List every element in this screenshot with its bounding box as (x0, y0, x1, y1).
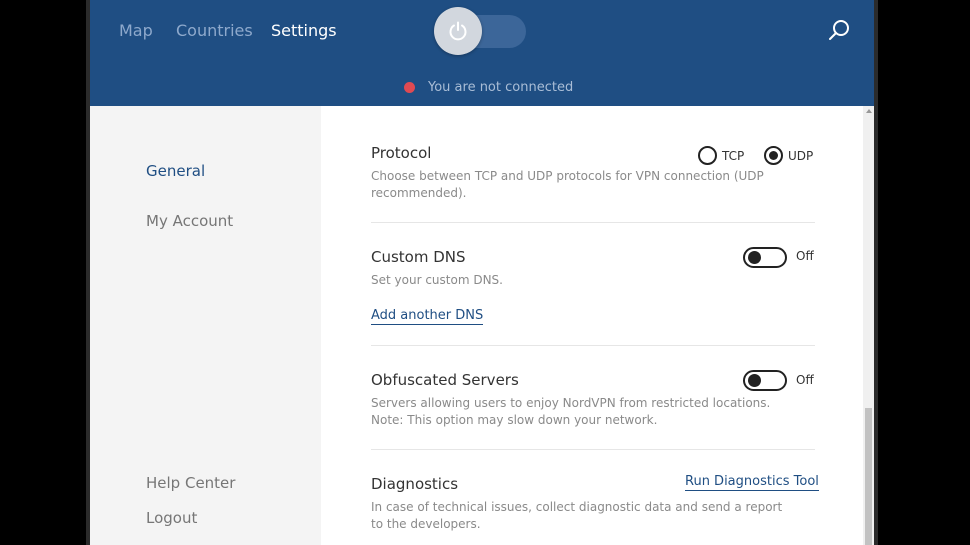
settings-sidebar: General My Account Help Center Logout (90, 106, 321, 545)
divider (371, 345, 815, 346)
protocol-title: Protocol (371, 144, 432, 162)
radio-tcp[interactable]: TCP (698, 146, 744, 165)
custom-dns-description: Set your custom DNS. (371, 273, 503, 287)
tab-settings[interactable]: Settings (271, 21, 337, 40)
protocol-description: Choose between TCP and UDP protocols for… (371, 169, 764, 200)
radio-tcp-label: TCP (722, 148, 745, 163)
diagnostics-description: In case of technical issues, collect dia… (371, 500, 783, 531)
radio-selected-dot (769, 151, 778, 160)
sidebar-item-general[interactable]: General (146, 162, 205, 180)
settings-content: Protocol Choose between TCP and UDP prot… (321, 106, 863, 545)
toggle-knob (748, 251, 761, 264)
connection-status: You are not connected (404, 80, 573, 95)
divider (371, 222, 815, 223)
header-bar: Map Countries Settings You are not conne… (90, 0, 874, 106)
radio-udp[interactable]: UDP (764, 146, 813, 165)
sidebar-item-logout[interactable]: Logout (146, 509, 197, 527)
divider (371, 449, 815, 450)
obfuscated-state: Off (796, 373, 814, 387)
status-dot (404, 82, 415, 93)
obfuscated-toggle[interactable] (743, 370, 787, 391)
search-icon[interactable] (826, 18, 852, 44)
custom-dns-toggle[interactable] (743, 247, 787, 268)
protocol-section: Protocol Choose between TCP and UDP prot… (371, 144, 815, 202)
connect-toggle[interactable] (434, 7, 528, 55)
tab-countries[interactable]: Countries (176, 21, 253, 40)
status-text: You are not connected (428, 80, 574, 95)
radio-udp-label: UDP (788, 148, 814, 163)
radio-tcp-circle[interactable] (698, 146, 717, 165)
power-icon[interactable] (434, 7, 482, 55)
run-diagnostics-link[interactable]: Run Diagnostics Tool (685, 474, 819, 491)
scroll-thumb[interactable] (865, 408, 872, 545)
custom-dns-state: Off (796, 249, 814, 263)
scrollbar[interactable] (863, 106, 874, 545)
obfuscated-description: Servers allowing users to enjoy NordVPN … (371, 396, 771, 427)
sidebar-item-my-account[interactable]: My Account (146, 212, 233, 230)
radio-udp-circle[interactable] (764, 146, 783, 165)
tab-map[interactable]: Map (119, 21, 153, 40)
app-window: Map Countries Settings You are not conne… (86, 0, 878, 545)
toggle-knob (748, 374, 761, 387)
scroll-up-icon[interactable] (866, 109, 872, 113)
sidebar-item-help-center[interactable]: Help Center (146, 474, 235, 492)
add-dns-link[interactable]: Add another DNS (371, 308, 484, 325)
